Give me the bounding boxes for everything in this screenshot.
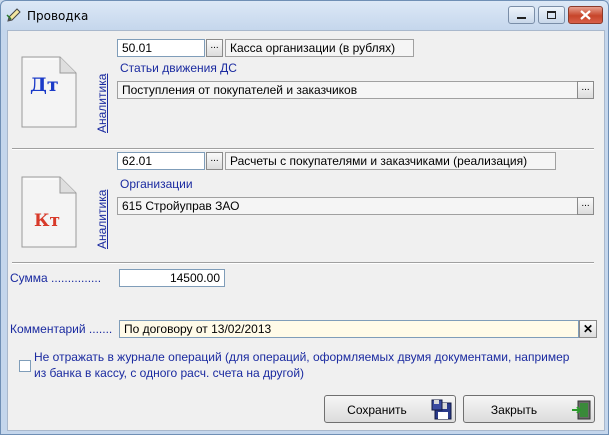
credit-badge: Кт — [34, 211, 60, 231]
credit-account-select-button[interactable]: ... — [206, 152, 223, 170]
save-button[interactable]: Сохранить — [324, 395, 456, 423]
credit-sub-value: 615 Стройуправ ЗАО — [117, 197, 583, 215]
comment-input[interactable]: По договору от 13/02/2013 — [119, 320, 579, 338]
save-floppy-icon — [431, 399, 452, 420]
credit-analytics-link[interactable]: Аналитика — [95, 190, 109, 249]
divider — [12, 148, 594, 150]
amount-input[interactable]: 14500.00 — [119, 269, 225, 287]
debit-sub-label: Статьи движения ДС — [120, 61, 237, 75]
credit-account-name: Расчеты с покупателями и заказчиками (ре… — [225, 152, 556, 170]
minimize-button[interactable] — [508, 6, 535, 24]
minimize-icon — [517, 17, 526, 19]
credit-sub-select-button[interactable]: ... — [577, 197, 594, 215]
amount-label: Сумма ............... — [10, 271, 102, 285]
skip-journal-label-line1: Не отражать в журнале операций (для опер… — [34, 350, 570, 364]
credit-account-input[interactable]: 62.01 — [117, 152, 205, 170]
title-bar[interactable]: Проводка — [1, 1, 608, 29]
window-title: Проводка — [27, 9, 89, 23]
debit-account-input[interactable]: 50.01 — [117, 39, 205, 57]
skip-journal-checkbox[interactable] — [19, 360, 31, 372]
debit-account-name: Касса организации (в рублях) — [225, 39, 414, 57]
debit-sub-value: Поступления от покупателей и заказчиков — [117, 81, 583, 99]
debit-sub-select-button[interactable]: ... — [577, 81, 594, 99]
maximize-button[interactable] — [538, 6, 565, 24]
debit-badge: Дт — [30, 74, 59, 96]
dialog-body: Дт Аналитика 50.01 ... Касса организации… — [7, 30, 605, 431]
maximize-icon — [547, 11, 556, 19]
credit-sub-label: Организации — [120, 177, 193, 191]
dialog-window: Проводка Дт Аналитика 50.01 ... Касса ор… — [0, 0, 609, 435]
debit-account-select-button[interactable]: ... — [206, 39, 223, 57]
divider — [12, 262, 594, 264]
close-icon — [580, 10, 591, 20]
close-button[interactable]: Закрыть — [463, 395, 595, 423]
comment-clear-button[interactable]: ✕ — [579, 320, 597, 338]
close-button-label: Закрыть — [490, 403, 538, 417]
skip-journal-label-line2: из банка в кассу, с одного расч. счета н… — [34, 366, 305, 380]
exit-door-icon — [572, 400, 591, 420]
debit-analytics-link[interactable]: Аналитика — [95, 74, 109, 133]
comment-label: Комментарий ....... — [10, 322, 113, 336]
save-button-label: Сохранить — [347, 403, 407, 417]
window-close-button[interactable] — [568, 6, 603, 24]
pencil-icon — [6, 8, 21, 22]
